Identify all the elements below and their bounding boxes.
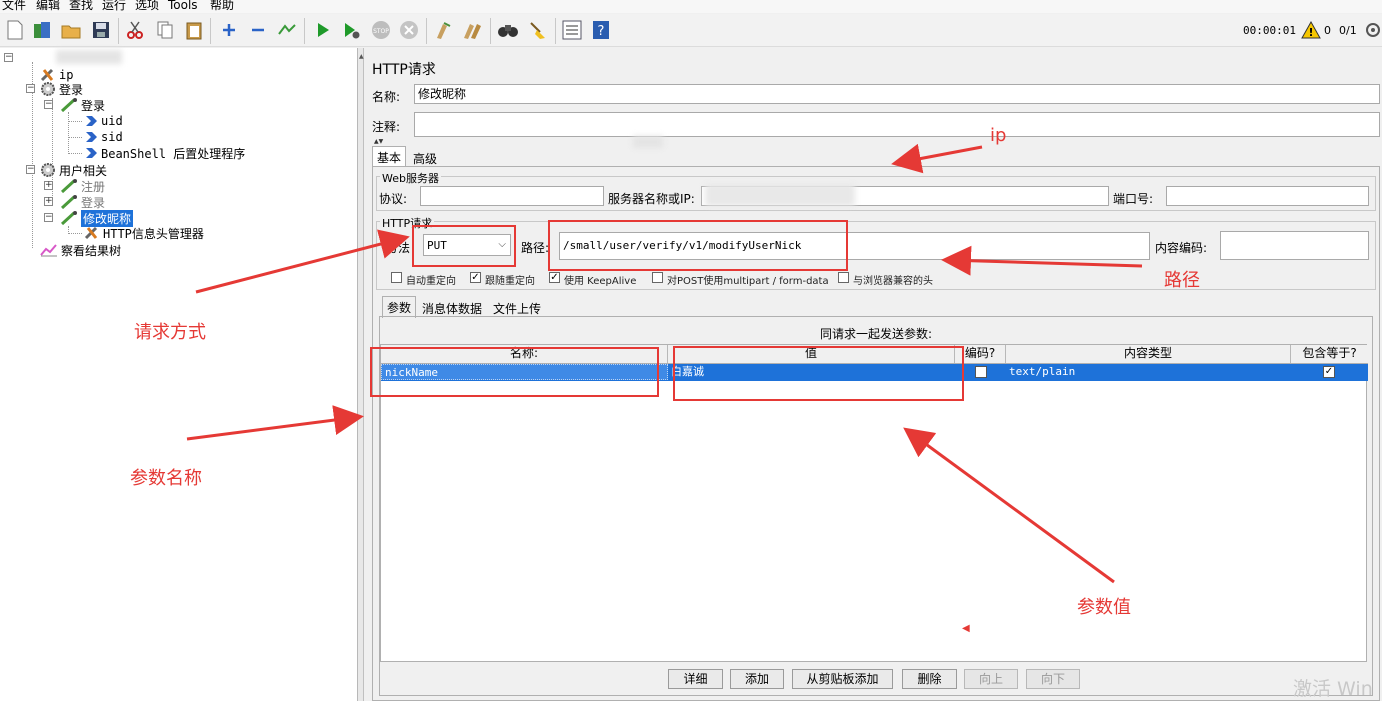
annotation-method: 请求方式 <box>134 322 206 343</box>
highlight-method <box>412 225 516 267</box>
highlight-param-value <box>673 346 964 401</box>
arrow-ip <box>891 143 983 174</box>
arrow-param-value <box>903 427 1115 584</box>
arrow-param-name <box>186 405 364 441</box>
arrow-method <box>195 229 410 294</box>
annotation-ip: ip <box>990 125 1007 146</box>
arrow-path <box>941 245 1143 276</box>
annotation-path: 路径 <box>1164 270 1200 291</box>
annotation-param-name: 参数名称 <box>130 468 202 489</box>
highlight-param-name <box>370 347 659 397</box>
highlight-path <box>548 220 848 271</box>
annotation-param-value: 参数值 <box>1077 597 1131 618</box>
